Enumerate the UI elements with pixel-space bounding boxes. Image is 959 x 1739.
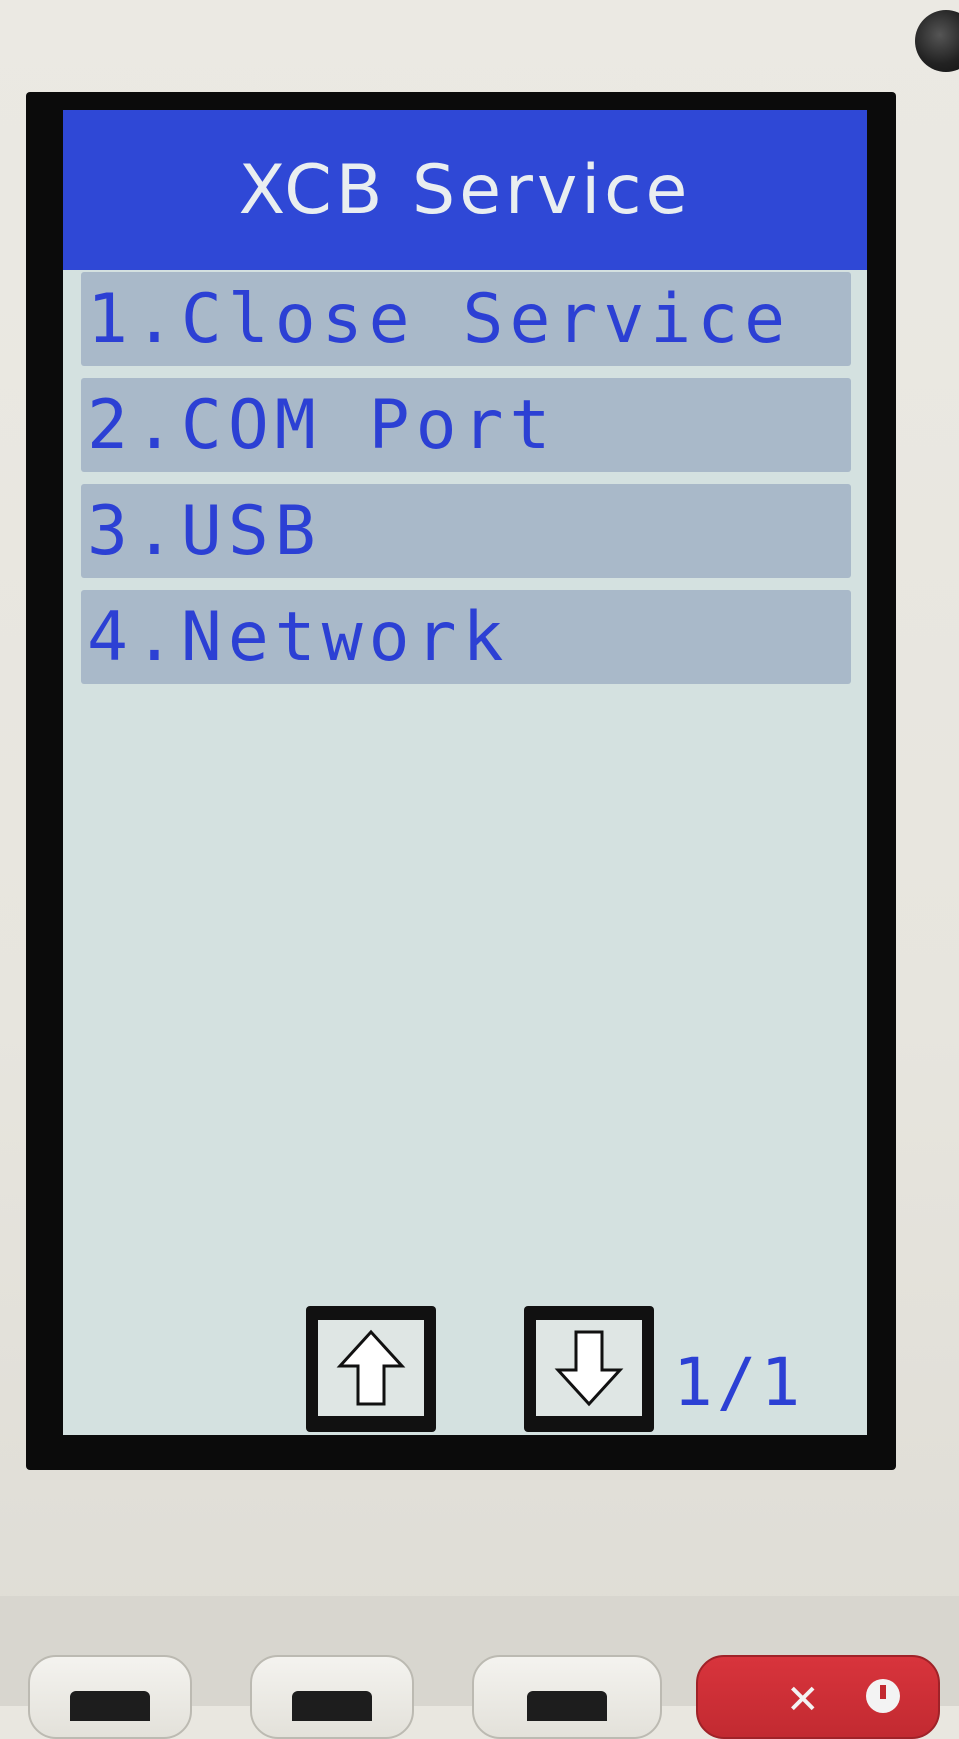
- service-menu: 1.Close Service 2.COM Port 3.USB 4.Netwo…: [81, 272, 851, 696]
- menu-item-label: 1.Close Service: [87, 279, 792, 359]
- cancel-power-key[interactable]: ✕: [696, 1655, 940, 1739]
- menu-item-close-service[interactable]: 1.Close Service: [81, 272, 851, 366]
- page-down-button[interactable]: [524, 1306, 654, 1432]
- title-bar: XCB Service: [63, 110, 867, 270]
- page-up-button-face: [318, 1320, 424, 1416]
- keypad-key-1[interactable]: [28, 1655, 192, 1739]
- menu-item-label: 4.Network: [87, 597, 510, 677]
- down-arrow-icon: [554, 1330, 624, 1407]
- menu-item-label: 3.USB: [87, 491, 322, 571]
- page-title: XCB Service: [238, 150, 692, 230]
- menu-item-network[interactable]: 4.Network: [81, 590, 851, 684]
- device-screen: XCB Service 1.Close Service 2.COM Port 3…: [63, 110, 867, 1435]
- page-down-button-face: [536, 1320, 642, 1416]
- key-marking: [292, 1691, 372, 1721]
- key-marking: [70, 1691, 150, 1721]
- up-arrow-icon: [336, 1329, 406, 1406]
- power-icon: [866, 1679, 900, 1713]
- keypad-key-2[interactable]: [250, 1655, 414, 1739]
- menu-item-label: 2.COM Port: [87, 385, 557, 465]
- keypad-key-3[interactable]: [472, 1655, 662, 1739]
- menu-item-usb[interactable]: 3.USB: [81, 484, 851, 578]
- key-marking: [527, 1691, 607, 1721]
- menu-item-com-port[interactable]: 2.COM Port: [81, 378, 851, 472]
- page-up-button[interactable]: [306, 1306, 436, 1432]
- page-indicator: 1/1: [673, 1344, 805, 1421]
- cancel-icon: ✕: [786, 1677, 820, 1723]
